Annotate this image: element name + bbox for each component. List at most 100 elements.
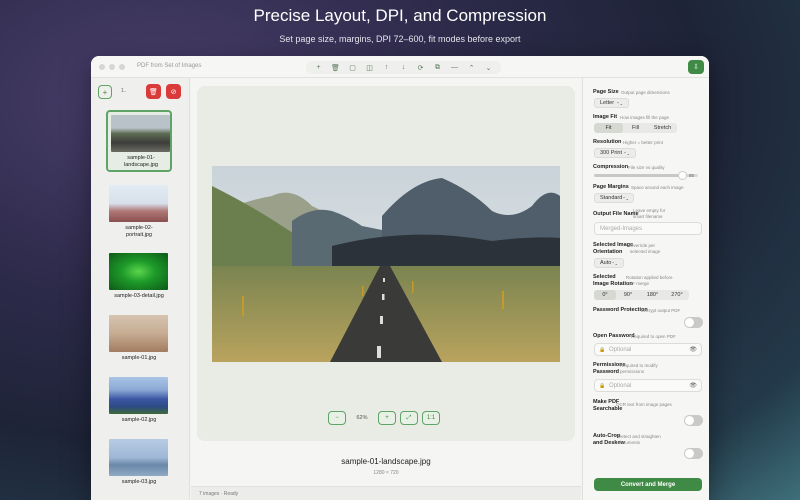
sidebar-thumbnail[interactable]: sample-01- landscape.jpg [106, 110, 172, 172]
image-fit-hint: How images fill the page [620, 115, 670, 120]
rotation-90-option[interactable]: 90° [616, 290, 640, 300]
page-size-select[interactable]: Letter ⌃⌄ [594, 98, 629, 108]
output-name-hint: Leave empty for smart filename [633, 208, 666, 219]
add-image-button[interactable]: + [98, 85, 112, 99]
compression-hint: File size vs quality [628, 165, 665, 170]
lock-icon: 🔒 [599, 346, 606, 353]
stretch-option[interactable]: Stretch [648, 123, 677, 133]
sidebar-thumbnail[interactable]: sample-02- portrait.jpg [106, 182, 172, 244]
page-margins-hint: Space around each image [631, 185, 684, 190]
crop-icon[interactable]: ⧉ [429, 61, 446, 74]
sidebar-icon[interactable]: ◫ [361, 61, 378, 74]
actual-size-button[interactable]: 1:1 [422, 411, 440, 425]
file-name: sample-01-landscape.jpg [341, 457, 431, 466]
preview-card: − 62% + ⤢ 1:1 [197, 86, 575, 441]
titlebar: PDF from Set of Images + 🗑 ▢ ◫ ↑ ↓ ⟳ ⧉ —… [91, 56, 709, 78]
arrow-down-icon[interactable]: ↓ [395, 61, 412, 74]
ocr-hint: OCR text from image pages [616, 402, 672, 407]
status-bar: 7 images · Ready [191, 486, 581, 500]
chevron-updown-icon: ⌃⌄ [616, 100, 623, 106]
plus-icon[interactable]: + [310, 61, 327, 74]
rotation-0-option[interactable]: 0° [594, 290, 616, 300]
zoom-controls: − 62% + ⤢ 1:1 [328, 411, 440, 425]
output-name-input[interactable]: Merged-Images [594, 222, 702, 235]
trash-icon[interactable]: 🗑 [327, 61, 344, 74]
fill-option[interactable]: Fill [623, 123, 648, 133]
compression-value: 85 [689, 173, 695, 178]
rotation-hint: Rotation applied before PDF merge [626, 275, 673, 286]
zoom-out-icon: − [335, 415, 339, 421]
thumbnail-label: sample-03-detail.jpg [114, 293, 164, 299]
rotation-segmented: 0° 90° 180° 270° [594, 290, 689, 300]
eye-icon[interactable]: 👁 [689, 346, 697, 353]
autocrop-toggle[interactable] [684, 448, 703, 459]
fit-button[interactable]: ⤢ [400, 411, 418, 425]
open-password-field[interactable]: 🔒 Optional 👁 [594, 343, 702, 356]
delete-button[interactable]: 🗑 [146, 84, 161, 99]
thumbnail-label: sample-01.jpg [121, 355, 157, 361]
open-password-label: Open Password [593, 333, 635, 339]
chevron-up-icon[interactable]: ⌃ [463, 61, 480, 74]
toolbar: + 🗑 ▢ ◫ ↑ ↓ ⟳ ⧉ — ⌃ ⌄ [306, 61, 501, 74]
orientation-select[interactable]: Auto ⌃⌄ [594, 258, 624, 268]
ocr-toggle[interactable] [684, 415, 703, 426]
rotation-270-option[interactable]: 270° [665, 290, 689, 300]
compression-label: Compression [593, 164, 629, 170]
fit-option[interactable]: Fit [594, 123, 623, 133]
thumbnail-label: sample-03.jpg [121, 479, 157, 485]
permissions-password-field[interactable]: 🔒 Optional 👁 [594, 379, 702, 392]
zoom-in-icon: + [385, 415, 389, 421]
convert-and-merge-button[interactable]: Convert and Merge [594, 478, 702, 491]
toggle-knob [685, 416, 694, 425]
compression-slider[interactable] [594, 171, 698, 180]
sidebar-thumbnail[interactable]: sample-03.jpg [106, 436, 172, 498]
clear-all-button[interactable]: ⊘ [166, 84, 181, 99]
lock-icon: 🔒 [599, 382, 606, 389]
compression-fill [594, 174, 683, 177]
zoom-level: 62% [356, 415, 368, 421]
password-protection-toggle[interactable] [684, 317, 703, 328]
status-text: 7 images · Ready [199, 491, 239, 497]
trash-icon: 🗑 [149, 88, 158, 96]
zoom-out-button[interactable]: − [328, 411, 346, 425]
open-password-hint: Required to open PDF [631, 334, 676, 339]
close-window-button[interactable] [99, 64, 105, 70]
preview-image [212, 166, 560, 362]
preview-canvas: − 62% + ⤢ 1:1 sample-01-landscape.jpg 12… [191, 78, 581, 486]
export-button[interactable]: ⇩ [688, 60, 704, 74]
resolution-select[interactable]: 300 Print ⌃⌄ [594, 148, 636, 158]
page-margins-value: Standard [600, 195, 623, 201]
page-size-hint: Output page dimensions [621, 90, 670, 95]
image-count: 1.. [121, 88, 127, 94]
thumbnail-label: sample-01- landscape.jpg [124, 155, 158, 168]
hero-subtitle: Set page size, margins, DPI 72–600, fit … [279, 34, 521, 44]
thumbnail-image [109, 253, 168, 290]
minus-icon[interactable]: — [446, 61, 463, 74]
password-protection-hint: Encrypt output PDF [641, 308, 681, 313]
arrow-up-icon[interactable]: ↑ [378, 61, 395, 74]
thumbnail-image [109, 439, 168, 476]
autocrop-hint: Detect and straighten documents [618, 434, 661, 445]
minimize-window-button[interactable] [109, 64, 115, 70]
zoom-in-button[interactable]: + [378, 411, 396, 425]
open-password-placeholder: Optional [609, 346, 632, 353]
app-window: PDF from Set of Images + 🗑 ▢ ◫ ↑ ↓ ⟳ ⧉ —… [91, 56, 709, 500]
page-icon[interactable]: ▢ [344, 61, 361, 74]
compression-thumb[interactable] [677, 171, 687, 180]
page-margins-select[interactable]: Standard ⌃⌄ [594, 193, 634, 203]
sidebar-thumbnail[interactable]: sample-02.jpg [106, 374, 172, 436]
toggle-knob [685, 449, 694, 458]
rotate-icon[interactable]: ⟳ [412, 61, 429, 74]
password-protection-label: Password Protection [593, 307, 648, 313]
zoom-window-button[interactable] [119, 64, 125, 70]
chevron-updown-icon: ⌃⌄ [622, 195, 630, 201]
rotation-180-option[interactable]: 180° [640, 290, 665, 300]
eye-icon[interactable]: 👁 [689, 382, 697, 389]
sidebar-thumbnail[interactable]: sample-03-detail.jpg [106, 250, 172, 312]
resolution-label: Resolution [593, 139, 622, 145]
chevron-down-icon[interactable]: ⌄ [480, 61, 497, 74]
sidebar-thumbnail[interactable]: sample-01.jpg [106, 312, 172, 374]
file-dimensions: 1280 × 720 [373, 470, 399, 476]
orientation-value: Auto [600, 260, 612, 266]
hero-title: Precise Layout, DPI, and Compression [253, 6, 547, 25]
